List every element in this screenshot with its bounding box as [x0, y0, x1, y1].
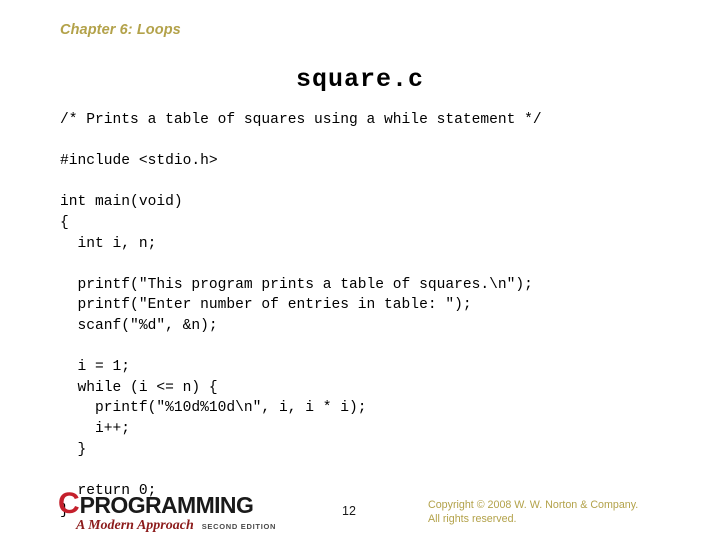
copyright-notice: Copyright © 2008 W. W. Norton & Company.… [428, 499, 638, 526]
logo-c-letter: C [58, 487, 80, 520]
book-logo: C PROGRAMMING A Modern Approach SECOND E… [58, 487, 288, 536]
page-title: square.c [295, 65, 425, 94]
code-line: int i, n; [60, 235, 157, 252]
slide-footer: C PROGRAMMING A Modern Approach SECOND E… [0, 488, 720, 540]
page-number: 12 [342, 504, 356, 518]
logo-edition: SECOND EDITION [201, 522, 277, 531]
code-line: { [60, 214, 69, 231]
code-line: i = 1; [60, 359, 131, 376]
code-line: printf("Enter number of entries in table… [60, 297, 472, 314]
code-line: while (i <= n) { [60, 379, 218, 396]
code-line: printf("%10d%10d\n", i, i * i); [60, 400, 367, 417]
chapter-header: Chapter 6: Loops [60, 22, 181, 38]
logo-title-row: C PROGRAMMING [58, 487, 288, 520]
logo-programming-word: PROGRAMMING [79, 492, 254, 518]
code-line: } [60, 441, 87, 458]
logo-subtitle: A Modern Approach [76, 518, 194, 533]
copyright-line-1: Copyright © 2008 W. W. Norton & Company. [428, 499, 639, 511]
code-line: #include <stdio.h> [60, 153, 218, 170]
logo-subtitle-row: A Modern Approach SECOND EDITION [76, 518, 288, 534]
slide-canvas: Chapter 6: Loops square.c /* Prints a ta… [0, 0, 720, 540]
code-line: i++; [60, 420, 131, 437]
code-listing: /* Prints a table of squares using a whi… [60, 110, 680, 522]
code-line: int main(void) [60, 194, 183, 211]
copyright-line-2: All rights reserved. [428, 512, 517, 525]
code-line: /* Prints a table of squares using a whi… [60, 112, 542, 128]
code-line: printf("This program prints a table of s… [60, 276, 533, 293]
code-line: scanf("%d", &n); [60, 317, 218, 334]
